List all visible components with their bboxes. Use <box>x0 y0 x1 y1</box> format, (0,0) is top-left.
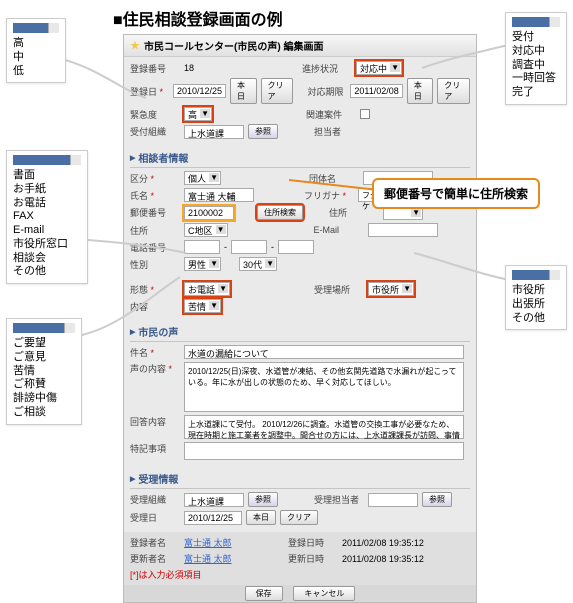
section-reporter: 相談者情報 <box>130 150 470 168</box>
callout-content-kind: ご要望 ご意見 苦情 ご称賛 誹謗中傷 ご相談 <box>6 318 82 425</box>
clear-button[interactable]: クリア <box>437 78 470 104</box>
form-select[interactable]: お電話 <box>184 282 230 296</box>
urgency-select[interactable]: 高 <box>184 107 212 121</box>
progress-select[interactable]: 対応中 <box>356 61 402 75</box>
save-button[interactable]: 保存 <box>245 586 283 601</box>
today-button[interactable]: 本日 <box>407 78 433 104</box>
callout-urgency: 高 中 低 <box>6 18 66 83</box>
deadline-input[interactable]: 2011/02/08 <box>350 84 402 98</box>
cancel-button[interactable]: キャンセル <box>293 586 355 601</box>
callout-method: 書面 お手紙 お電話 FAX E-mail 市役所窓口 相談会 その他 <box>6 150 88 284</box>
required-note: [*]は入力必須項目 <box>130 568 470 581</box>
dropdown-icon <box>13 155 81 165</box>
sex-select[interactable]: 男性 <box>184 257 221 271</box>
kind-select[interactable]: 苦情 <box>184 299 221 313</box>
answer-textarea[interactable]: 上水道課にて受付。 2010/12/26に調査。水道管の交換工事が必要なため、現… <box>184 415 464 439</box>
class-select[interactable]: 個人 <box>184 171 221 185</box>
clear-button[interactable]: クリア <box>280 510 318 525</box>
rcpt-dept-input[interactable]: 上水道課 <box>184 493 244 507</box>
creator-link[interactable]: 富士通 太郎 <box>184 536 284 549</box>
updater-link[interactable]: 富士通 太郎 <box>184 552 284 565</box>
related-checkbox[interactable] <box>360 109 370 119</box>
zip-search-button[interactable]: 住所検索 <box>257 205 303 220</box>
page-title: ■住民相談登録画面の例 <box>113 6 283 30</box>
dropdown-icon <box>512 270 560 280</box>
bubble-zip-search: 郵便番号で簡単に住所検索 <box>372 178 540 209</box>
recv-dept-input[interactable]: 上水道課 <box>184 125 244 139</box>
age-select[interactable]: 30代 <box>239 257 277 271</box>
email-input[interactable] <box>368 223 438 237</box>
dropdown-icon <box>13 323 75 333</box>
rcpt-date-input[interactable]: 2010/12/25 <box>184 511 242 525</box>
reference-button[interactable]: 参照 <box>248 124 278 139</box>
star-icon <box>130 41 140 51</box>
special-textarea[interactable] <box>184 442 464 460</box>
addr-select[interactable]: C地区 <box>184 223 228 237</box>
callout-place: 市役所 出張所 その他 <box>505 265 567 330</box>
reference-button[interactable]: 参照 <box>248 492 278 507</box>
today-button[interactable]: 本日 <box>230 78 256 104</box>
section-receipt: 受理情報 <box>130 471 470 489</box>
place-select[interactable]: 市役所 <box>368 282 414 296</box>
zip-input[interactable]: 2100002 <box>184 206 234 220</box>
reg-date-input[interactable]: 2010/12/25 <box>173 84 226 98</box>
subject-input[interactable]: 水道の漏給について <box>184 345 464 359</box>
callout-status: 受付 対応中 調査中 一時回答 完了 <box>505 12 567 105</box>
voice-textarea[interactable]: 2010/12/25(日)深夜、水道管が凍結、その他玄関先道路で水漏れが起こって… <box>184 362 464 412</box>
clear-button[interactable]: クリア <box>261 78 294 104</box>
today-button[interactable]: 本日 <box>246 510 276 525</box>
dropdown-icon <box>512 17 560 27</box>
name-input[interactable]: 富士通 大輔 <box>184 188 254 202</box>
reference-button[interactable]: 参照 <box>422 492 452 507</box>
dropdown-icon <box>13 23 59 33</box>
